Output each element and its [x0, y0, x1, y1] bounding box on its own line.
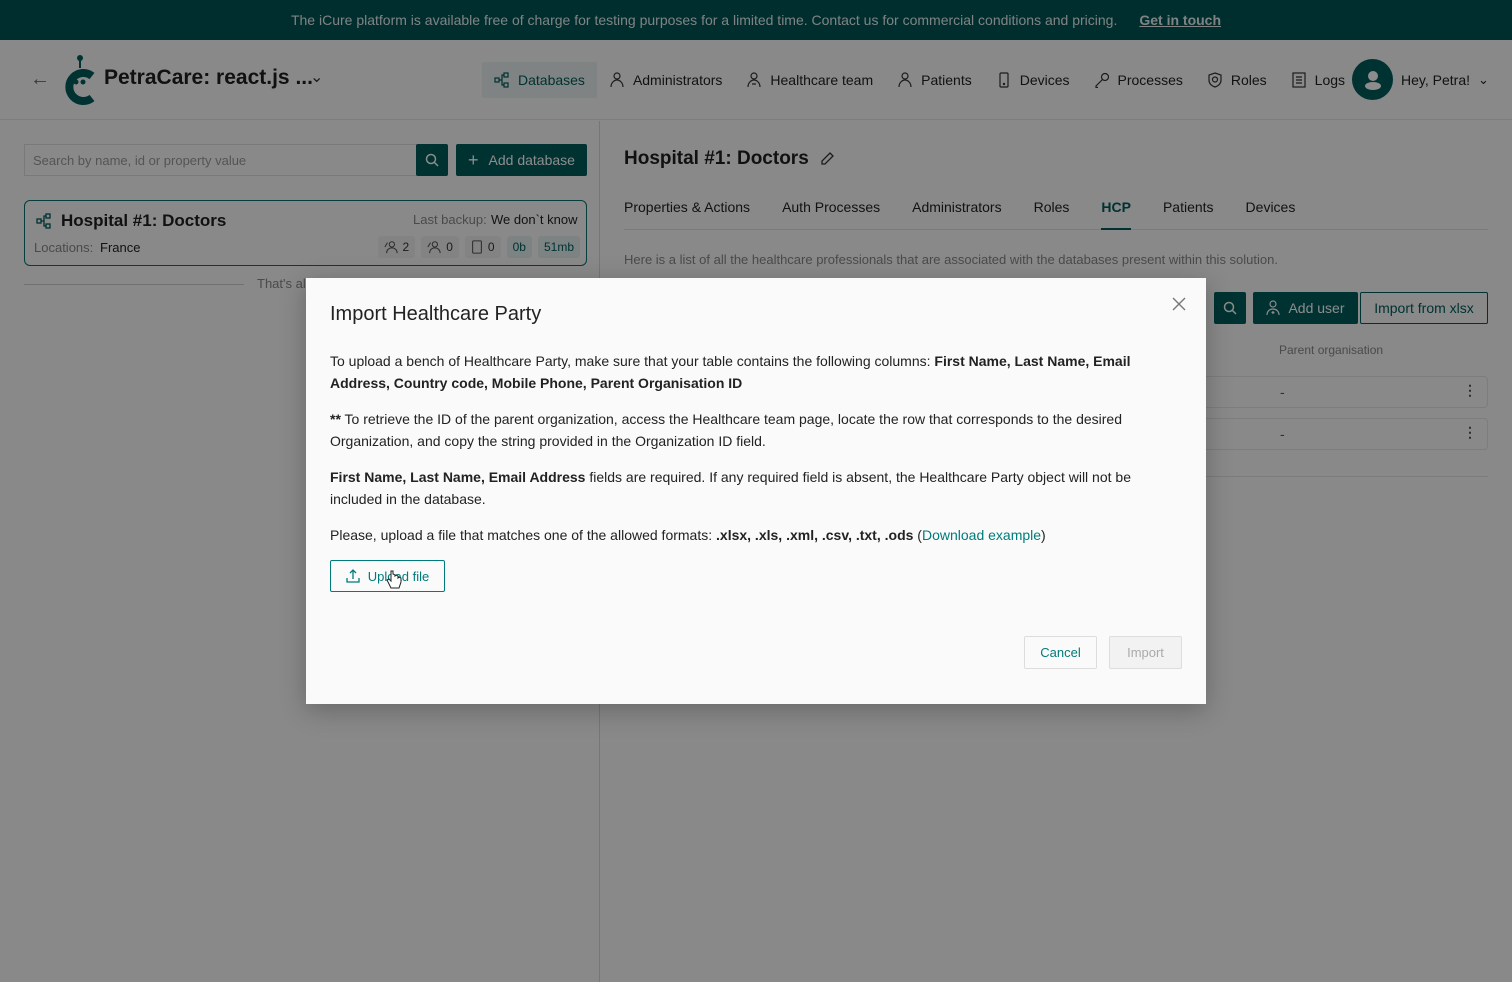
dialog-body: To upload a bench of Healthcare Party, m…: [330, 350, 1182, 560]
import-healthcare-party-dialog: Import Healthcare Party To upload a benc…: [306, 278, 1206, 704]
parent-id-note: ** To retrieve the ID of the parent orga…: [330, 408, 1182, 452]
paren-open: (: [913, 527, 922, 543]
dialog-title: Import Healthcare Party: [330, 303, 542, 325]
cancel-button[interactable]: Cancel: [1024, 636, 1097, 669]
close-icon[interactable]: [1170, 295, 1188, 313]
required-fields: First Name, Last Name, Email Address: [330, 469, 586, 485]
note-text: To retrieve the ID of the parent organiz…: [330, 411, 1122, 449]
paren-close: ): [1041, 527, 1046, 543]
hand-cursor-icon: [386, 570, 402, 589]
note-marker: **: [330, 411, 341, 427]
download-example-link[interactable]: Download example: [922, 527, 1041, 543]
required-fields-note: First Name, Last Name, Email Address fie…: [330, 466, 1182, 510]
columns-instructions: To upload a bench of Healthcare Party, m…: [330, 350, 1182, 394]
formats-text: Please, upload a file that matches one o…: [330, 527, 717, 543]
instruction-text: To upload a bench of Healthcare Party, m…: [330, 353, 935, 369]
import-button[interactable]: Import: [1109, 636, 1182, 669]
allowed-formats: .xlsx, .xls, .xml, .csv, .txt, .ods: [716, 527, 914, 543]
upload-icon: [346, 569, 360, 583]
formats-note: Please, upload a file that matches one o…: [330, 524, 1182, 546]
